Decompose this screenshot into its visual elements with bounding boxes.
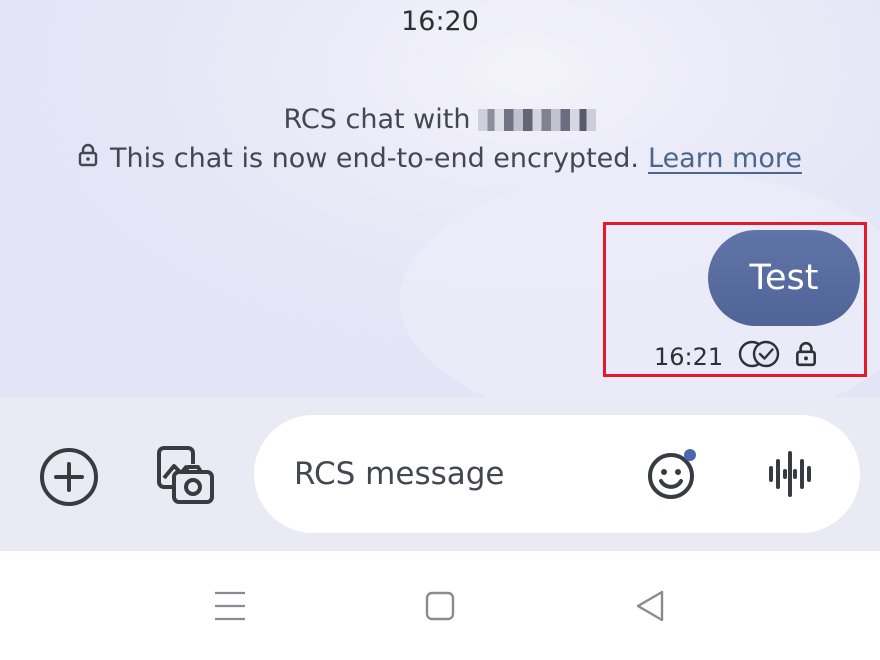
encryption-notice-text: This chat is now end-to-end encrypted. <box>110 143 639 174</box>
home-icon[interactable] <box>415 581 465 631</box>
gallery-camera-icon[interactable] <box>150 440 220 510</box>
rcs-chat-intro-text: RCS chat with <box>283 104 471 135</box>
lock-icon <box>78 143 98 174</box>
plus-circle-icon[interactable] <box>36 444 102 510</box>
learn-more-link[interactable]: Learn more <box>648 143 802 174</box>
back-icon[interactable] <box>625 581 675 631</box>
redacted-contact-name <box>478 109 597 131</box>
message-input-container <box>254 415 860 533</box>
messages-screen: 16:20 RCS chat with This chat is now end… <box>0 0 880 660</box>
system-navigation-bar <box>0 551 880 660</box>
voice-waveform-icon[interactable] <box>764 447 816 501</box>
emoji-icon[interactable] <box>646 447 700 501</box>
message-input[interactable] <box>294 415 624 533</box>
rcs-chat-intro: RCS chat with <box>0 104 880 135</box>
menu-icon[interactable] <box>205 581 255 631</box>
highlight-box <box>603 222 867 377</box>
encryption-notice: This chat is now end-to-end encrypted. L… <box>0 143 880 174</box>
conversation-time-header: 16:20 <box>401 6 479 37</box>
